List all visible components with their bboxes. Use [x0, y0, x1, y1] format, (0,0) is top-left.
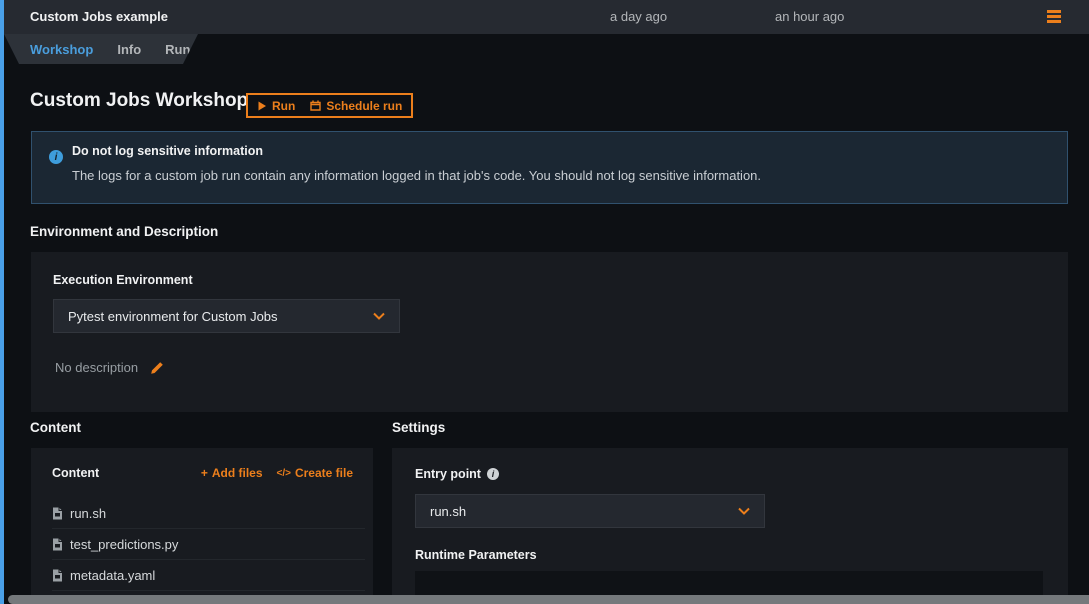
file-name: test_predictions.py [70, 537, 178, 552]
banner-body: The logs for a custom job run contain an… [72, 168, 761, 183]
tab-bar: Workshop Info Runs [0, 34, 1089, 64]
tab-group: Workshop Info Runs [4, 34, 198, 64]
environment-panel: Execution Environment Pytest environment… [31, 252, 1068, 412]
updated-timestamp: an hour ago [775, 0, 844, 34]
left-accent-bar [0, 0, 4, 604]
content-panel-header: Content + Add files </> Create file [52, 466, 353, 480]
plus-icon: + [201, 466, 208, 480]
run-button[interactable]: Run [257, 99, 295, 113]
tab-workshop[interactable]: Workshop [30, 42, 93, 57]
page-title: Custom Jobs Workshop [30, 90, 248, 112]
content-panel: Content + Add files </> Create file run.… [31, 448, 373, 604]
code-icon: </> [277, 468, 291, 479]
file-icon [52, 569, 63, 582]
chevron-down-icon [373, 312, 385, 320]
settings-panel: Entry point i run.sh Runtime Parameters [392, 448, 1068, 604]
tab-info[interactable]: Info [117, 42, 141, 57]
file-name: metadata.yaml [70, 568, 155, 583]
banner-title: Do not log sensitive information [72, 144, 263, 158]
play-icon [257, 101, 267, 111]
create-file-label: Create file [295, 466, 353, 480]
job-name: Custom Jobs example [30, 0, 168, 34]
add-files-button[interactable]: + Add files [201, 466, 263, 480]
menu-icon[interactable] [1044, 8, 1066, 26]
environment-section-heading: Environment and Description [30, 224, 218, 239]
schedule-run-button[interactable]: Schedule run [310, 99, 402, 113]
calendar-icon [310, 100, 321, 111]
chevron-down-icon [738, 507, 750, 515]
entry-point-label-row: Entry point i [415, 467, 499, 481]
edit-description-button[interactable] [150, 361, 164, 375]
file-row-run-sh[interactable]: run.sh [52, 498, 365, 529]
entry-point-label: Entry point [415, 467, 481, 481]
pencil-icon [150, 361, 164, 375]
content-section-heading: Content [30, 420, 81, 435]
created-timestamp: a day ago [610, 0, 667, 34]
runtime-parameters-label: Runtime Parameters [415, 548, 537, 562]
content-panel-title: Content [52, 466, 99, 480]
file-name: run.sh [70, 506, 106, 521]
info-icon: i [49, 150, 63, 164]
entry-point-select[interactable]: run.sh [415, 494, 765, 528]
run-button-label: Run [272, 99, 295, 113]
run-actions-group: Run Schedule run [246, 93, 413, 118]
file-list: run.sh test_predictions.py metadata.yaml [31, 498, 373, 591]
tab-runs[interactable]: Runs [165, 42, 198, 57]
description-placeholder: No description [55, 360, 138, 375]
add-files-label: Add files [212, 466, 263, 480]
schedule-run-button-label: Schedule run [326, 99, 402, 113]
entry-point-value: run.sh [430, 504, 466, 519]
app-window: Custom Jobs example a day ago an hour ag… [0, 0, 1089, 604]
settings-section-heading: Settings [392, 420, 445, 435]
execution-environment-value: Pytest environment for Custom Jobs [68, 309, 278, 324]
info-banner: i Do not log sensitive information The l… [31, 131, 1068, 204]
execution-environment-label: Execution Environment [53, 273, 193, 287]
file-row-test-predictions[interactable]: test_predictions.py [52, 529, 365, 560]
topbar: Custom Jobs example a day ago an hour ag… [0, 0, 1089, 34]
description-row: No description [55, 360, 164, 375]
horizontal-scrollbar[interactable] [8, 595, 1089, 604]
file-icon [52, 507, 63, 520]
create-file-button[interactable]: </> Create file [277, 466, 354, 480]
file-row-metadata-yaml[interactable]: metadata.yaml [52, 560, 365, 591]
file-icon [52, 538, 63, 551]
content-actions: + Add files </> Create file [201, 466, 353, 480]
entry-point-info-icon[interactable]: i [487, 468, 499, 480]
execution-environment-select[interactable]: Pytest environment for Custom Jobs [53, 299, 400, 333]
